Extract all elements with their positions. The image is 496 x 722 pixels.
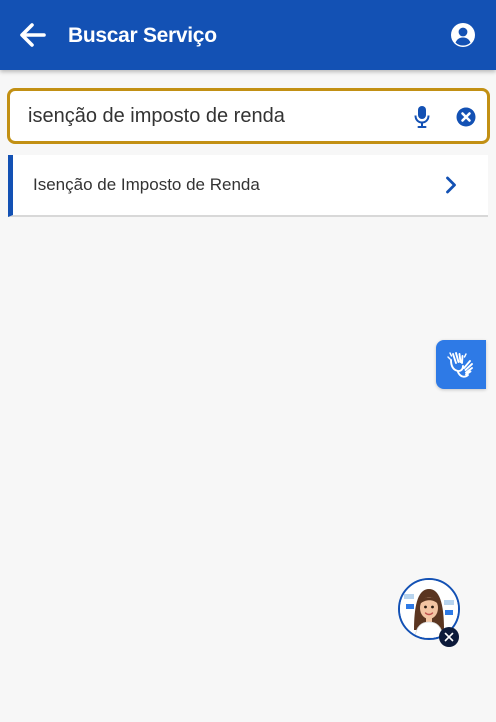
page-title: Buscar Serviço — [68, 24, 217, 47]
clear-search-button[interactable] — [453, 104, 479, 130]
vlibras-accessibility-button[interactable] — [436, 340, 486, 389]
chevron-right-icon — [441, 173, 461, 197]
microphone-icon — [414, 106, 430, 128]
user-circle-icon — [451, 23, 475, 47]
app-header: Buscar Serviço — [0, 0, 496, 70]
search-box — [7, 88, 490, 144]
back-button[interactable] — [18, 20, 48, 50]
voice-search-button[interactable] — [409, 103, 435, 131]
search-result-item[interactable]: Isenção de Imposto de Renda — [8, 155, 488, 217]
close-icon — [444, 632, 454, 642]
sign-language-hands-icon — [447, 351, 473, 378]
account-button[interactable] — [448, 20, 478, 50]
arrow-left-icon — [20, 23, 46, 47]
search-result-label: Isenção de Imposto de Renda — [33, 175, 260, 194]
search-input[interactable] — [28, 101, 388, 131]
close-circle-icon — [456, 107, 476, 127]
close-assistant-button[interactable] — [439, 627, 459, 647]
